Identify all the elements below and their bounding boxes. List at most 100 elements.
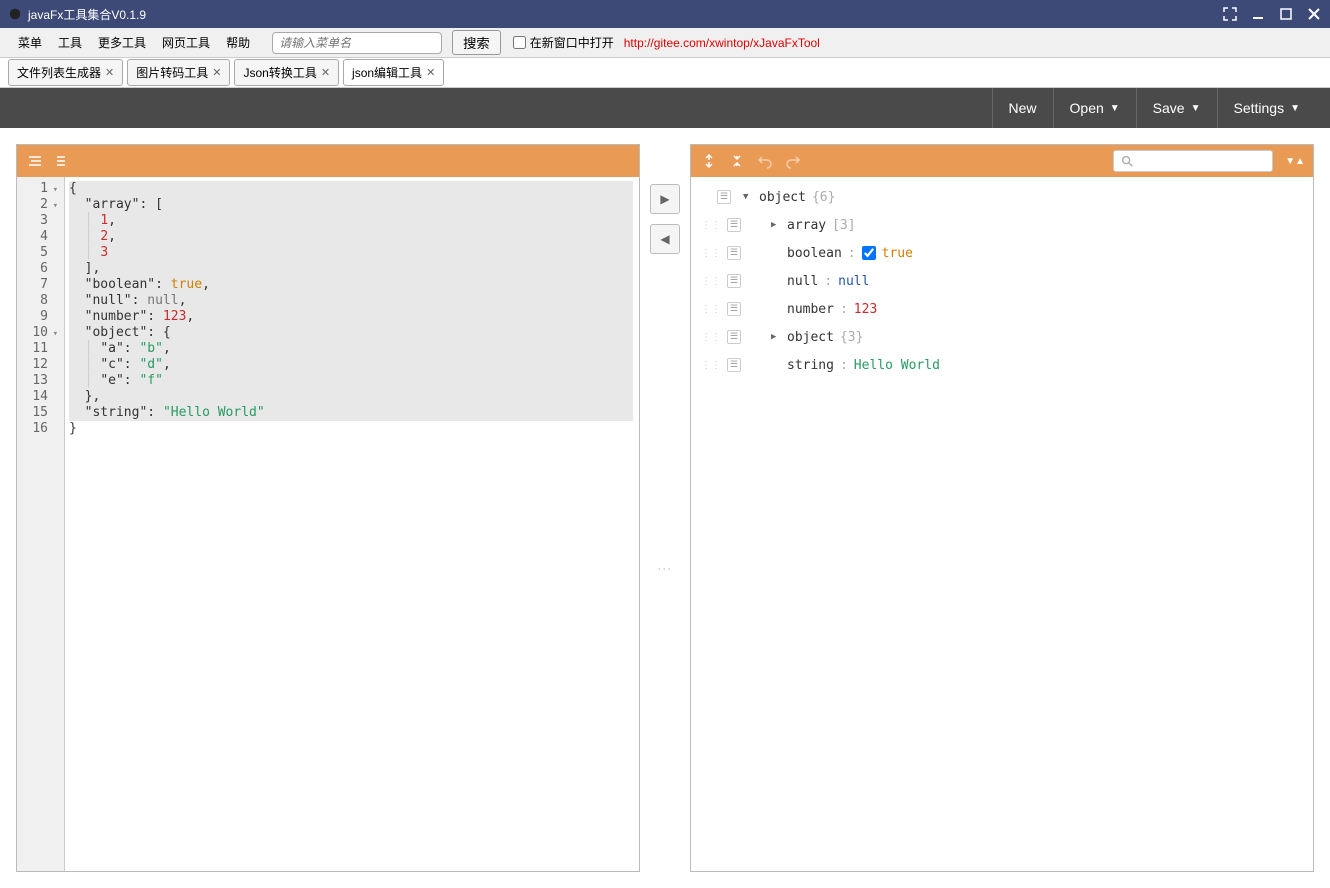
menu-search-input[interactable] — [272, 32, 442, 54]
drag-handle-icon[interactable]: ⋮⋮ — [701, 276, 721, 287]
tree-row[interactable]: ⋮⋮☰string : Hello World — [701, 351, 1303, 379]
tab[interactable]: json编辑工具 ✕ — [343, 59, 444, 86]
minimize-icon[interactable] — [1250, 6, 1266, 22]
search-icon — [1120, 154, 1134, 168]
menu-item[interactable]: 菜单 — [10, 32, 50, 54]
tree-row[interactable]: ⋮⋮☰number : 123 — [701, 295, 1303, 323]
close-icon[interactable]: ✕ — [105, 66, 114, 79]
tree-toolbar: ▼▲ — [691, 145, 1313, 177]
context-menu-icon[interactable]: ☰ — [727, 218, 741, 232]
workspace: 1▾2▾345678910▾111213141516 { "array": [ … — [0, 128, 1330, 888]
tree-key: boolean — [787, 246, 842, 261]
expand-icon[interactable]: ▶ — [771, 332, 781, 342]
close-icon[interactable]: ✕ — [321, 66, 330, 79]
app-icon — [8, 7, 22, 21]
new-window-checkbox-input[interactable] — [513, 36, 526, 49]
expand-all-icon[interactable] — [699, 151, 719, 171]
close-icon[interactable] — [1306, 6, 1322, 22]
fullscreen-icon[interactable] — [1222, 6, 1238, 22]
context-menu-icon[interactable]: ☰ — [727, 302, 741, 316]
menu-item[interactable]: 更多工具 — [90, 32, 154, 54]
search-mode-dropdown[interactable]: ▼▲ — [1285, 156, 1305, 167]
tree-key: array — [787, 218, 826, 233]
line-gutter: 1▾2▾345678910▾111213141516 — [17, 177, 65, 871]
tree-row[interactable]: ⋮⋮☰null : null — [701, 267, 1303, 295]
undo-icon[interactable] — [755, 151, 775, 171]
tab-bar: 文件列表生成器 ✕ 图片转码工具 ✕ Json转换工具 ✕ json编辑工具 ✕ — [0, 58, 1330, 88]
tab-label: json编辑工具 — [352, 64, 422, 81]
drag-handle-icon[interactable]: ⋮⋮ — [701, 304, 721, 315]
new-window-checkbox[interactable]: 在新窗口中打开 — [513, 34, 614, 51]
window-title: javaFx工具集合V0.1.9 — [28, 6, 1222, 23]
tab-label: 图片转码工具 — [136, 64, 208, 81]
chevron-down-icon: ▼ — [1110, 103, 1120, 114]
drag-handle-icon[interactable]: ⋮⋮ — [701, 248, 721, 259]
new-button[interactable]: New — [992, 88, 1053, 128]
code-toolbar — [17, 145, 639, 177]
search-button[interactable]: 搜索 — [452, 30, 501, 55]
to-code-button[interactable]: ◀ — [650, 224, 680, 254]
tab[interactable]: 文件列表生成器 ✕ — [8, 59, 123, 86]
settings-button[interactable]: Settings▼ — [1217, 88, 1317, 128]
drag-handle-icon[interactable]: ⋮⋮ — [701, 332, 721, 343]
code-pane: 1▾2▾345678910▾111213141516 { "array": [ … — [16, 144, 640, 872]
boolean-checkbox[interactable] — [862, 246, 876, 260]
menu-item[interactable]: 网页工具 — [154, 32, 218, 54]
tree-meta: {3} — [840, 330, 863, 345]
chevron-down-icon: ▼ — [1191, 103, 1201, 114]
tree-key: object — [787, 330, 834, 345]
collapse-all-icon[interactable] — [727, 151, 747, 171]
context-menu-icon[interactable]: ☰ — [717, 190, 731, 204]
menu-item[interactable]: 工具 — [50, 32, 90, 54]
tree-key: string — [787, 358, 834, 373]
save-button[interactable]: Save▼ — [1136, 88, 1217, 128]
tree-row[interactable]: ⋮⋮☰boolean : true — [701, 239, 1303, 267]
tree-value: 123 — [854, 302, 877, 317]
code-editor[interactable]: 1▾2▾345678910▾111213141516 { "array": [ … — [17, 177, 639, 871]
expand-icon[interactable]: ▶ — [771, 220, 781, 230]
tree-meta: {6} — [812, 190, 835, 205]
context-menu-icon[interactable]: ☰ — [727, 330, 741, 344]
tree-value: Hello World — [854, 358, 940, 373]
open-button[interactable]: Open▼ — [1053, 88, 1136, 128]
context-menu-icon[interactable]: ☰ — [727, 246, 741, 260]
middle-controls: ▶ ◀ ⋮ — [640, 144, 690, 872]
menu-item[interactable]: 帮助 — [218, 32, 258, 54]
tree-row[interactable]: ⋮⋮ ☰ ▶ object {3} — [701, 323, 1303, 351]
tab-label: 文件列表生成器 — [17, 64, 101, 81]
tab-label: Json转换工具 — [243, 64, 316, 81]
tree-pane: ▼▲ ☰▼object {6}⋮⋮☰▶array [3]⋮⋮☰boolean :… — [690, 144, 1314, 872]
expand-icon[interactable]: ▼ — [743, 192, 753, 202]
tree-row[interactable]: ⋮⋮ ☰ ▶ array [3] — [701, 211, 1303, 239]
chevron-down-icon: ▼ — [1290, 103, 1300, 114]
tree-row[interactable]: ☰ ▼ object {6} — [701, 183, 1303, 211]
tree-value: true — [882, 246, 913, 261]
context-menu-icon[interactable]: ☰ — [727, 274, 741, 288]
tab[interactable]: Json转换工具 ✕ — [234, 59, 339, 86]
compact-icon[interactable] — [53, 151, 73, 171]
tree-meta: [3] — [832, 218, 855, 233]
tree-key: number — [787, 302, 834, 317]
maximize-icon[interactable] — [1278, 6, 1294, 22]
menu-bar: 菜单工具更多工具网页工具帮助 搜索 在新窗口中打开 http://gitee.c… — [0, 28, 1330, 58]
tree-search-input[interactable] — [1113, 150, 1273, 172]
drag-handle-icon[interactable]: ⋮⋮ — [701, 220, 721, 231]
context-menu-icon[interactable]: ☰ — [727, 358, 741, 372]
gitee-link[interactable]: http://gitee.com/xwintop/xJavaFxTool — [624, 36, 820, 50]
tree-value: null — [838, 274, 869, 289]
splitter-handle[interactable]: ⋮ — [657, 562, 673, 575]
title-bar: javaFx工具集合V0.1.9 — [0, 0, 1330, 28]
checkbox-label: 在新窗口中打开 — [530, 34, 614, 51]
format-icon[interactable] — [25, 151, 45, 171]
close-icon[interactable]: ✕ — [426, 66, 435, 79]
drag-handle-icon[interactable]: ⋮⋮ — [701, 360, 721, 371]
tree-key: null — [787, 274, 818, 289]
tree-key: object — [759, 190, 806, 205]
redo-icon[interactable] — [783, 151, 803, 171]
tab[interactable]: 图片转码工具 ✕ — [127, 59, 230, 86]
editor-menu-bar: New Open▼ Save▼ Settings▼ — [0, 88, 1330, 128]
to-tree-button[interactable]: ▶ — [650, 184, 680, 214]
json-tree[interactable]: ☰▼object {6}⋮⋮☰▶array [3]⋮⋮☰boolean : tr… — [691, 177, 1313, 871]
close-icon[interactable]: ✕ — [212, 66, 221, 79]
code-area[interactable]: { "array": [ │ 1, │ 2, │ 3 ], "boolean":… — [65, 177, 639, 871]
